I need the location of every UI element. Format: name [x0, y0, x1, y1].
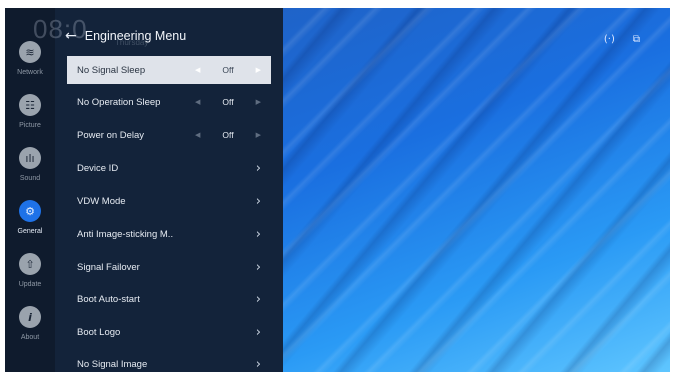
menu-row-power-on-delay[interactable]: Power on Delay ◀ Off ▶ [67, 121, 271, 149]
row-label: No Signal Sleep [77, 64, 146, 76]
sidebar-item-label: Sound [19, 175, 41, 182]
value-selector[interactable]: ◀ Off ▶ [195, 130, 271, 140]
chevron-right-icon: › [255, 291, 261, 307]
arrow-left-small-icon[interactable]: ◀ [195, 131, 200, 139]
sidebar-item-label: General [17, 228, 43, 235]
menu-row-no-signal-sleep[interactable]: No Signal Sleep ◀ Off ▶ [67, 56, 271, 84]
wireless-signal-icon[interactable]: (·) [604, 34, 615, 45]
row-label: Boot Auto-start [77, 293, 140, 305]
sidebar-item-label: Update [18, 281, 42, 288]
general-settings-icon: ⚙ [19, 200, 41, 222]
row-label: No Operation Sleep [77, 96, 161, 108]
sidebar-item-label: Network [17, 69, 43, 76]
status-bar: (·) ⧉ [604, 34, 640, 45]
background-clock: 08:0 [33, 14, 88, 44]
sidebar-item-network[interactable]: ≋ Network [5, 41, 55, 76]
chevron-right-icon: › [255, 259, 261, 275]
picture-adjust-icon: ☷ [19, 94, 41, 116]
desktop-wallpaper [283, 8, 670, 372]
row-label: Anti Image-sticking M.. [77, 228, 174, 240]
row-value: Off [222, 65, 234, 75]
sidebar-item-label: Picture [19, 122, 41, 129]
menu-row-boot-logo[interactable]: Boot Logo › [67, 318, 271, 346]
row-value: Off [222, 130, 234, 140]
menu-row-vdw-mode[interactable]: VDW Mode › [67, 187, 271, 215]
tv-screen: (·) ⧉ ≋ Network ☷ Picture ılı Sound ⚙ Ge… [5, 8, 670, 372]
row-label: No Signal Image [77, 358, 148, 370]
row-label: VDW Mode [77, 195, 126, 207]
info-icon: i [19, 306, 41, 328]
sidebar-item-label: About [20, 334, 40, 341]
row-label: Signal Failover [77, 261, 140, 273]
source-input-icon[interactable]: ⧉ [633, 34, 640, 45]
menu-row-no-operation-sleep[interactable]: No Operation Sleep ◀ Off ▶ [67, 88, 271, 116]
settings-sidebar: ≋ Network ☷ Picture ılı Sound ⚙ General … [5, 8, 55, 372]
sidebar-item-general[interactable]: ⚙ General [5, 200, 55, 235]
value-selector[interactable]: ◀ Off ▶ [195, 65, 271, 75]
row-value: Off [222, 97, 234, 107]
background-date: Thursday [115, 38, 149, 47]
row-label: Power on Delay [77, 129, 145, 141]
row-label: Boot Logo [77, 326, 121, 338]
sidebar-item-about[interactable]: i About [5, 306, 55, 341]
arrow-left-small-icon[interactable]: ◀ [195, 98, 200, 106]
sidebar-item-picture[interactable]: ☷ Picture [5, 94, 55, 129]
menu-row-no-signal-image[interactable]: No Signal Image › [67, 350, 271, 372]
menu-row-anti-image-sticking[interactable]: Anti Image-sticking M.. › [67, 220, 271, 248]
engineering-menu-panel: ← Engineering Menu No Signal Sleep ◀ Off… [55, 8, 283, 372]
arrow-right-small-icon[interactable]: ▶ [256, 131, 261, 139]
value-selector[interactable]: ◀ Off ▶ [195, 97, 271, 107]
menu-row-signal-failover[interactable]: Signal Failover › [67, 253, 271, 281]
update-arrow-icon: ⇧ [19, 253, 41, 275]
chevron-right-icon: › [255, 356, 261, 372]
chevron-right-icon: › [255, 193, 261, 209]
arrow-right-small-icon[interactable]: ▶ [256, 98, 261, 106]
sound-equalizer-icon: ılı [19, 147, 41, 169]
arrow-right-small-icon[interactable]: ▶ [256, 66, 261, 74]
chevron-right-icon: › [255, 160, 261, 176]
chevron-right-icon: › [255, 226, 261, 242]
menu-row-boot-auto-start[interactable]: Boot Auto-start › [67, 285, 271, 313]
menu-row-device-id[interactable]: Device ID › [67, 154, 271, 182]
row-label: Device ID [77, 162, 119, 174]
chevron-right-icon: › [255, 324, 261, 340]
sidebar-item-sound[interactable]: ılı Sound [5, 147, 55, 182]
sidebar-item-update[interactable]: ⇧ Update [5, 253, 55, 288]
arrow-left-small-icon[interactable]: ◀ [195, 66, 200, 74]
